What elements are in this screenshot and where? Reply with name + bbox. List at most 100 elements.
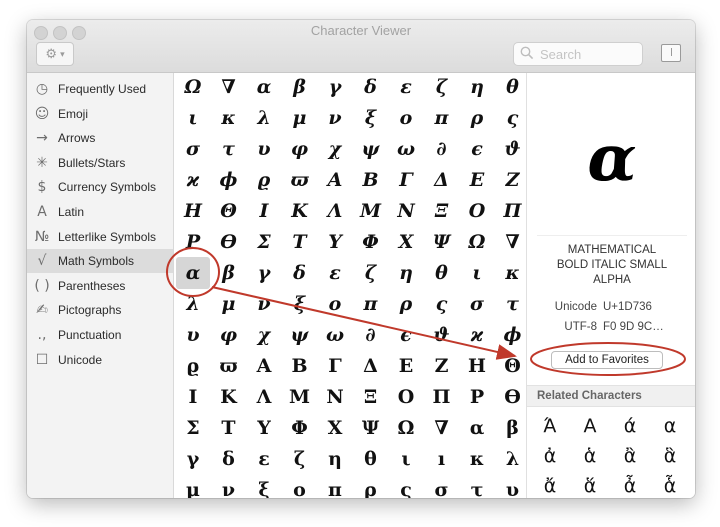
character-cell[interactable]: Λ: [318, 195, 352, 227]
character-cell[interactable]: Ν: [389, 195, 423, 227]
character-cell[interactable]: Χ: [318, 412, 352, 444]
character-cell[interactable]: Ν: [318, 381, 352, 413]
character-cell[interactable]: Ζ: [496, 164, 527, 196]
character-cell[interactable]: Β: [354, 164, 388, 196]
related-character[interactable]: Α: [571, 411, 609, 441]
character-cell[interactable]: Α: [318, 164, 352, 196]
related-character[interactable]: Ά: [531, 411, 569, 441]
character-cell[interactable]: υ: [176, 319, 210, 351]
character-cell[interactable]: μ: [212, 288, 246, 320]
character-cell[interactable]: φ: [283, 133, 317, 165]
character-cell[interactable]: δ: [354, 73, 388, 103]
character-cell[interactable]: τ: [212, 133, 246, 165]
character-cell[interactable]: η: [389, 257, 423, 289]
character-cell[interactable]: χ: [318, 133, 352, 165]
character-cell[interactable]: θ: [354, 443, 388, 475]
character-cell[interactable]: β: [212, 257, 246, 289]
sidebar-item-currency-symbols[interactable]: $ Currency Symbols: [27, 175, 173, 199]
character-cell[interactable]: ϕ: [212, 164, 246, 196]
character-cell[interactable]: κ: [460, 443, 494, 475]
sidebar-item-arrows[interactable]: → Arrows: [27, 126, 173, 150]
character-cell[interactable]: ζ: [283, 443, 317, 475]
character-cell[interactable]: ν: [247, 288, 281, 320]
sidebar-item-latin[interactable]: A Latin: [27, 200, 173, 224]
sidebar-item-punctuation[interactable]: ., Punctuation: [27, 323, 173, 347]
character-cell[interactable]: Ψ: [354, 412, 388, 444]
character-cell[interactable]: ξ: [283, 288, 317, 320]
sidebar-item-unicode[interactable]: ☐ Unicode: [27, 348, 173, 372]
character-cell[interactable]: ο: [318, 288, 352, 320]
character-cell[interactable]: κ: [212, 102, 246, 134]
character-cell[interactable]: Ε: [389, 350, 423, 382]
character-cell[interactable]: α: [460, 412, 494, 444]
character-cell[interactable]: θ: [496, 73, 527, 103]
related-character[interactable]: ἅ: [571, 471, 609, 498]
character-cell[interactable]: Θ: [212, 195, 246, 227]
character-cell[interactable]: θ: [425, 257, 459, 289]
character-cell[interactable]: ϴ: [496, 381, 527, 413]
character-cell[interactable]: ∂: [425, 133, 459, 165]
sidebar-item-frequently-used[interactable]: ◷ Frequently Used: [27, 77, 173, 101]
character-cell[interactable]: ι: [176, 102, 210, 134]
character-cell[interactable]: Ρ: [176, 226, 210, 258]
character-cell[interactable]: Ω: [389, 412, 423, 444]
character-cell[interactable]: Υ: [247, 412, 281, 444]
character-cell[interactable]: ο: [389, 102, 423, 134]
character-cell[interactable]: β: [496, 412, 527, 444]
character-cell[interactable]: ϰ: [176, 164, 210, 196]
character-cell[interactable]: ψ: [354, 133, 388, 165]
character-cell[interactable]: μ: [176, 474, 210, 498]
character-cell[interactable]: Ο: [389, 381, 423, 413]
character-cell[interactable]: χ: [247, 319, 281, 351]
character-cell[interactable]: Χ: [389, 226, 423, 258]
character-cell[interactable]: Φ: [283, 412, 317, 444]
character-cell[interactable]: ϑ: [425, 319, 459, 351]
character-cell[interactable]: Ω: [460, 226, 494, 258]
related-character[interactable]: ά: [611, 411, 649, 441]
character-cell[interactable]: ϖ: [283, 164, 317, 196]
sidebar-item-bullets-stars[interactable]: ✳ Bullets/Stars: [27, 151, 173, 175]
character-cell[interactable]: ϱ: [247, 164, 281, 196]
character-cell[interactable]: ρ: [460, 102, 494, 134]
character-cell[interactable]: ϰ: [460, 319, 494, 351]
character-cell[interactable]: ε: [247, 443, 281, 475]
character-cell[interactable]: Ζ: [425, 350, 459, 382]
character-cell[interactable]: Ε: [460, 164, 494, 196]
character-cell[interactable]: Θ: [496, 350, 527, 382]
character-cell[interactable]: Ι: [247, 195, 281, 227]
related-character[interactable]: ἄ: [531, 471, 569, 498]
character-cell[interactable]: ρ: [389, 288, 423, 320]
character-cell[interactable]: ϴ: [212, 226, 246, 258]
character-cell[interactable]: Ψ: [425, 226, 459, 258]
character-cell[interactable]: ϕ: [496, 319, 527, 351]
character-cell[interactable]: ν: [212, 474, 246, 498]
character-cell[interactable]: Σ: [247, 226, 281, 258]
character-cell[interactable]: Δ: [354, 350, 388, 382]
character-cell[interactable]: Π: [425, 381, 459, 413]
character-cell[interactable]: Η: [460, 350, 494, 382]
character-cell[interactable]: Γ: [389, 164, 423, 196]
character-cell[interactable]: ∇: [425, 412, 459, 444]
search-input[interactable]: [538, 44, 640, 64]
character-cell[interactable]: π: [354, 288, 388, 320]
character-cell[interactable]: ξ: [247, 474, 281, 498]
character-cell[interactable]: Τ: [283, 226, 317, 258]
action-menu-button[interactable]: ⚙ ▾: [36, 42, 74, 66]
character-cell[interactable]: β: [283, 73, 317, 103]
toggle-panel-button[interactable]: [661, 44, 681, 62]
character-cell[interactable]: ∂: [354, 319, 388, 351]
character-cell[interactable]: ν: [318, 102, 352, 134]
character-cell[interactable]: Μ: [354, 195, 388, 227]
character-cell[interactable]: ο: [283, 474, 317, 498]
character-cell[interactable]: Ρ: [460, 381, 494, 413]
character-cell[interactable]: ω: [318, 319, 352, 351]
character-cell[interactable]: λ: [176, 288, 210, 320]
character-cell[interactable]: Δ: [425, 164, 459, 196]
character-cell[interactable]: Α: [247, 350, 281, 382]
character-cell[interactable]: η: [460, 73, 494, 103]
character-cell[interactable]: ε: [389, 73, 423, 103]
character-cell[interactable]: ζ: [354, 257, 388, 289]
character-cell[interactable]: φ: [212, 319, 246, 351]
related-character[interactable]: α: [651, 411, 689, 441]
character-cell[interactable]: γ: [247, 257, 281, 289]
